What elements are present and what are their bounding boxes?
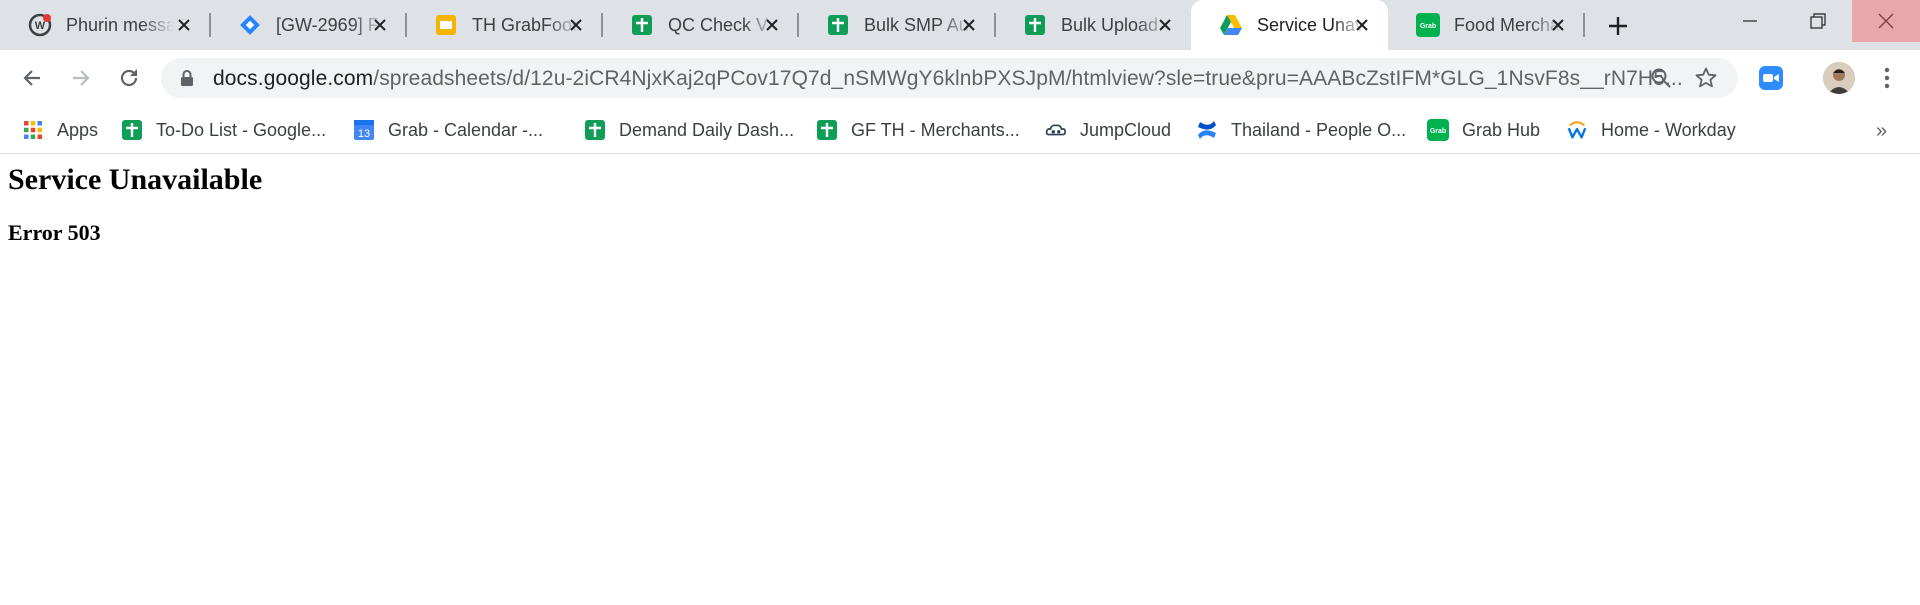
sheets-icon [630,13,654,37]
tab-separator [1583,13,1585,37]
sheets-icon [1023,13,1047,37]
tab-6-title: Service Unav [1257,14,1365,35]
bookmark-label: Apps [57,119,99,140]
tab-4[interactable]: Bulk SMP Au [798,0,996,50]
sheets-icon [816,119,838,141]
apps-grid-icon [22,119,44,141]
tab-strip: W Phurin messages [GW-2969] F TH GrabFoo… [0,0,1920,50]
bookmark-label: To-Do List - Google... [156,119,327,140]
jumpcloud-icon [1045,119,1067,141]
jira-diamond-icon [238,13,262,37]
tab-1-close-icon[interactable] [368,13,392,37]
page-content: Service Unavailable Error 503 [0,155,1920,605]
bookmark-thailand-people[interactable]: Thailand - People O... [1196,114,1406,146]
bookmark-demand-daily[interactable]: Demand Daily Dash... [584,114,794,146]
bookmark-workday[interactable]: Home - Workday [1566,114,1736,146]
close-icon [1878,13,1894,29]
tab-3[interactable]: QC Check V [602,0,799,50]
slides-icon [434,13,458,37]
drive-icon [1219,13,1243,37]
profile-avatar[interactable] [1823,62,1855,94]
zoom-out-icon[interactable] [1649,66,1673,90]
tab-4-close-icon[interactable] [957,13,981,37]
svg-text:Grab: Grab [1430,128,1446,135]
chrome-menu-button[interactable] [1875,64,1899,92]
more-vert-icon [1884,67,1890,89]
bookmark-todo-list[interactable]: To-Do List - Google... [121,114,326,146]
bookmark-apps[interactable]: Apps [22,114,98,146]
url-host: docs.google.com [213,67,374,90]
bookmark-label: Grab Hub [1462,119,1541,140]
zoom-extension-icon[interactable] [1758,65,1784,91]
plus-icon [1609,17,1627,35]
avatar-icon [1823,62,1855,94]
bookmark-label: Home - Workday [1601,119,1736,140]
bookmark-label: GF TH - Merchants... [851,119,1020,140]
bookmark-label: Thailand - People O... [1231,119,1407,140]
tab-5-close-icon[interactable] [1153,13,1177,37]
calendar-icon: 13 [353,119,375,141]
calendar-badge-text: 13 [358,128,370,140]
new-tab-button[interactable] [1603,11,1633,41]
bookmark-grab-calendar[interactable]: 13 Grab - Calendar -... [353,114,543,146]
sheets-icon [826,13,850,37]
arrow-right-icon [73,70,90,86]
bookmarks-bar: Apps To-Do List - Google... 13 Grab - Ca… [0,106,1920,154]
tab-0-close-icon[interactable] [172,13,196,37]
tab-4-title: Bulk SMP Au [864,14,969,35]
tab-0[interactable]: W Phurin messages [0,0,211,50]
url-path: /spreadsheets/d/12u-2iCR4NjxKaj2qPCov17Q… [373,67,1683,90]
minimize-icon [1743,20,1757,22]
page-title: Service Unavailable [8,163,263,196]
sheets-icon [121,119,143,141]
reload-button[interactable] [113,62,145,94]
svg-text:W: W [35,20,46,32]
address-bar[interactable]: docs.google.com/spreadsheets/d/12u-2iCR4… [161,58,1738,98]
restore-icon [1810,13,1826,29]
sheets-icon [584,119,606,141]
arrow-left-icon [23,70,40,86]
bookmark-label: Grab - Calendar -... [388,119,544,140]
error-code: Error 503 [8,220,101,245]
workplace-chat-icon: W [28,13,52,37]
confluence-icon [1196,119,1218,141]
forward-button[interactable] [65,62,97,94]
window-close-button[interactable] [1852,0,1920,42]
tab-1[interactable]: [GW-2969] F [210,0,407,50]
restore-button[interactable] [1784,0,1852,42]
tab-2[interactable]: TH GrabFood [406,0,603,50]
svg-text:Grab: Grab [1420,23,1436,30]
lock-icon [181,70,193,86]
tab-7-close-icon[interactable] [1546,13,1570,37]
reload-icon [120,69,138,87]
browser-toolbar: docs.google.com/spreadsheets/d/12u-2iCR4… [0,50,1920,106]
minimize-button[interactable] [1716,0,1784,42]
url-text[interactable]: docs.google.com/spreadsheets/d/12u-2iCR4… [213,67,1683,91]
tab-2-close-icon[interactable] [564,13,588,37]
tab-6-close-icon[interactable] [1350,13,1374,37]
tab-0-title: Phurin messages [66,14,174,35]
tab-5[interactable]: Bulk Upload [995,0,1191,50]
grab-icon: Grab [1416,13,1440,37]
workday-icon [1566,119,1588,141]
grab-icon: Grab [1427,119,1449,141]
bookmark-label: JumpCloud [1080,119,1172,140]
tab-7[interactable]: Grab Food Mercha [1388,0,1585,50]
bookmark-label: Demand Daily Dash... [619,119,795,140]
bookmark-grab-hub[interactable]: Grab Grab Hub [1427,114,1540,146]
bookmark-jumpcloud[interactable]: JumpCloud [1045,114,1171,146]
bookmark-star-icon[interactable] [1694,66,1718,90]
tab-3-close-icon[interactable] [760,13,784,37]
bookmark-gf-th-merchants[interactable]: GF TH - Merchants... [816,114,1020,146]
back-button[interactable] [16,62,48,94]
bookmarks-overflow-chevron-icon[interactable]: » [1876,120,1887,143]
tab-6-active[interactable]: Service Unav [1191,0,1388,50]
